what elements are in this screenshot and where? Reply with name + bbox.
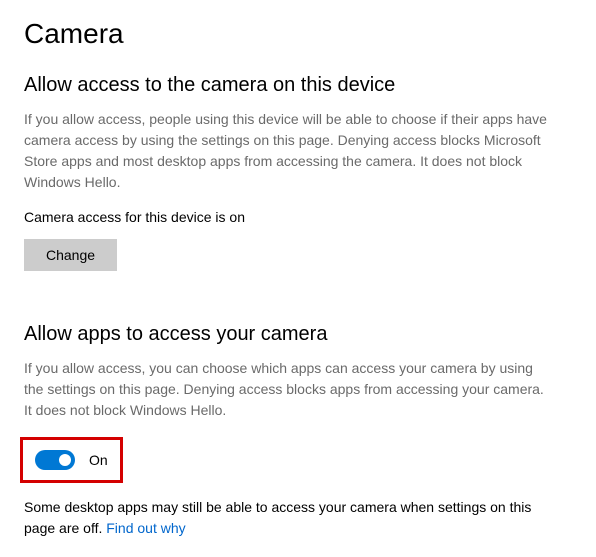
toggle-state-label: On: [89, 452, 108, 468]
toggle-knob: [59, 454, 71, 466]
footer-note: Some desktop apps may still be able to a…: [24, 497, 554, 539]
apps-access-toggle-row: On: [20, 437, 123, 483]
device-access-status: Camera access for this device is on: [24, 209, 572, 225]
footer-text: Some desktop apps may still be able to a…: [24, 499, 531, 536]
section-device-access-heading: Allow access to the camera on this devic…: [24, 74, 572, 97]
apps-access-toggle[interactable]: [35, 450, 75, 470]
page-title: Camera: [24, 18, 572, 50]
find-out-why-link[interactable]: Find out why: [106, 520, 185, 536]
section-apps-access-heading: Allow apps to access your camera: [24, 323, 572, 346]
change-button[interactable]: Change: [24, 239, 117, 271]
section-apps-access-description: If you allow access, you can choose whic…: [24, 358, 554, 421]
section-device-access-description: If you allow access, people using this d…: [24, 109, 554, 193]
